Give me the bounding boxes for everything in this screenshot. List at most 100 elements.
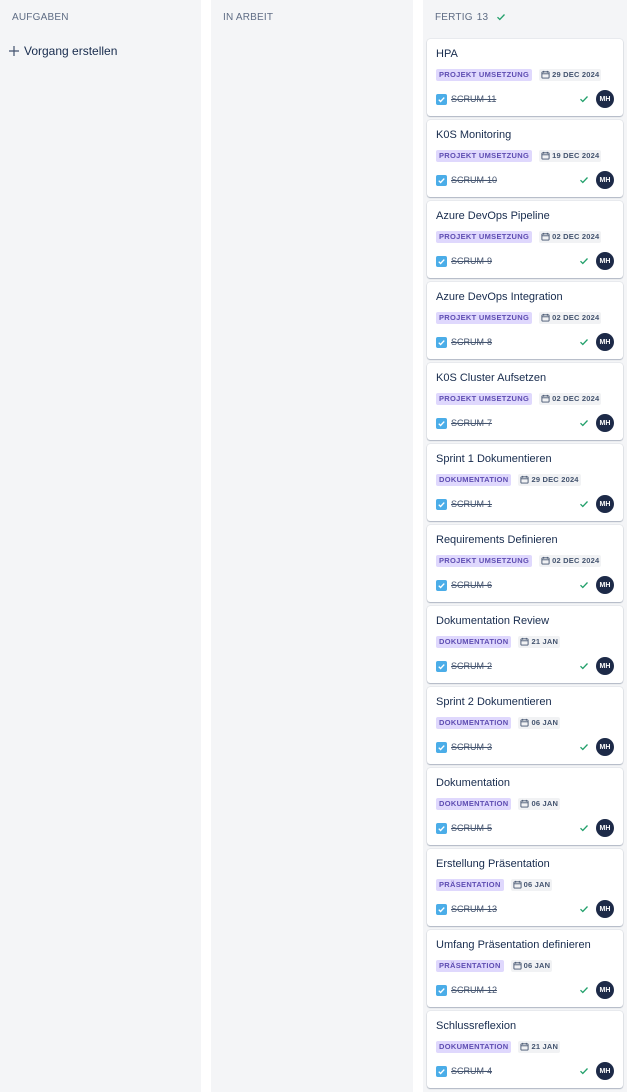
avatar[interactable]: MH — [596, 1062, 614, 1080]
calendar-icon — [541, 232, 550, 241]
issue-card[interactable]: Azure DevOps Integration PROJEKT UMSETZUN… — [427, 282, 623, 359]
check-icon — [579, 823, 589, 833]
due-date-text: 19 DEC 2024 — [552, 150, 600, 160]
issue-card[interactable]: Requirements Definieren PROJEKT UMSETZUNG… — [427, 525, 623, 602]
task-checkbox-icon — [436, 579, 447, 591]
issue-key[interactable]: SCRUM-12 — [451, 985, 497, 995]
check-icon — [579, 1066, 589, 1076]
issue-key[interactable]: SCRUM-10 — [451, 175, 497, 185]
avatar[interactable]: MH — [596, 819, 614, 837]
card-title: Dokumentation Review — [436, 615, 550, 627]
card-list: HPA PROJEKT UMSETZUNG 29 DEC 2024 SCRUM-11 M… — [427, 39, 623, 1092]
task-checkbox-icon — [436, 741, 447, 753]
check-icon — [579, 580, 589, 590]
avatar[interactable]: MH — [596, 900, 614, 918]
task-checkbox-icon — [436, 498, 447, 510]
card-label: DOKUMENTATION — [436, 1040, 512, 1053]
issue-key[interactable]: SCRUM-11 — [451, 94, 496, 104]
calendar-icon — [541, 313, 550, 322]
avatar[interactable]: MH — [596, 90, 614, 108]
issue-card[interactable]: Dokumentation Review DOKUMENTATION 21 JAN S… — [427, 606, 623, 683]
issue-key[interactable]: SCRUM-4 — [451, 1066, 492, 1076]
due-date-text: 02 DEC 2024 — [552, 312, 600, 322]
due-date-text: 06 JAN — [531, 798, 559, 808]
due-date: 02 DEC 2024 — [539, 230, 602, 243]
check-icon — [496, 12, 506, 22]
card-label: DOKUMENTATION — [436, 635, 512, 648]
avatar[interactable]: MH — [596, 495, 614, 513]
avatar[interactable]: MH — [596, 738, 614, 756]
calendar-icon — [541, 556, 550, 565]
column-count: 13 — [476, 11, 489, 23]
issue-card[interactable]: Azure DevOps Pipeline PROJEKT UMSETZUNG 02… — [427, 201, 623, 278]
column-aufgaben: AUFGABEN Vorgang erstellen — [0, 0, 201, 1092]
due-date: 19 DEC 2024 — [539, 149, 602, 162]
avatar[interactable]: MH — [596, 576, 614, 594]
card-label: PROJEKT UMSETZUNG — [436, 554, 533, 567]
check-icon — [579, 94, 589, 104]
issue-card[interactable]: Erstellung Präsentation PRÄSENTATION 06 JA… — [427, 849, 623, 926]
issue-key[interactable]: SCRUM-9 — [451, 256, 492, 266]
issue-key[interactable]: SCRUM-1 — [451, 499, 492, 509]
due-date-text: 21 JAN — [531, 1041, 559, 1051]
check-icon — [579, 661, 589, 671]
avatar[interactable]: MH — [596, 171, 614, 189]
due-date: 06 JAN — [518, 716, 561, 729]
calendar-icon — [520, 718, 530, 727]
issue-key[interactable]: SCRUM-8 — [451, 337, 492, 347]
check-icon — [579, 337, 589, 347]
issue-card[interactable]: Sprint 1 Dokumentieren DOKUMENTATION 29 DE… — [427, 444, 623, 521]
due-date: 29 DEC 2024 — [539, 68, 602, 81]
card-label: PROJEKT UMSETZUNG — [436, 230, 533, 243]
task-checkbox-icon — [436, 1065, 447, 1077]
column-header: IN ARBEIT — [211, 0, 413, 34]
column-in-arbeit: IN ARBEIT — [211, 0, 413, 1092]
task-checkbox-icon — [436, 417, 447, 429]
card-label: PRÄSENTATION — [436, 878, 504, 891]
card-title: HPA — [436, 48, 458, 60]
check-icon — [579, 175, 589, 185]
issue-card[interactable]: HPA PROJEKT UMSETZUNG 29 DEC 2024 SCRUM-11 M… — [427, 39, 623, 116]
issue-card[interactable]: K0S Monitoring PROJEKT UMSETZUNG 19 DEC 20… — [427, 120, 623, 197]
plus-icon — [8, 45, 20, 57]
issue-card[interactable]: Umfang Präsentation definieren PRÄSENTATI… — [427, 930, 623, 1007]
issue-card[interactable]: Sprint 2 Dokumentieren DOKUMENTATION 06 JA… — [427, 687, 623, 764]
avatar[interactable]: MH — [596, 981, 614, 999]
task-checkbox-icon — [436, 903, 447, 915]
due-date-text: 02 DEC 2024 — [552, 555, 600, 565]
card-label: DOKUMENTATION — [436, 797, 512, 810]
card-title: Dokumentation — [436, 777, 510, 789]
column-title: AUFGABEN — [12, 11, 69, 23]
card-label: PROJEKT UMSETZUNG — [436, 68, 533, 81]
column-title: FERTIG — [435, 11, 473, 23]
calendar-icon — [520, 1042, 530, 1051]
card-label: DOKUMENTATION — [436, 716, 512, 729]
due-date: 29 DEC 2024 — [518, 473, 581, 486]
issue-key[interactable]: SCRUM-5 — [451, 823, 492, 833]
issue-key[interactable]: SCRUM-3 — [451, 742, 492, 752]
create-issue-button[interactable]: Vorgang erstellen — [8, 44, 117, 58]
card-label: PROJEKT UMSETZUNG — [436, 311, 533, 324]
avatar[interactable]: MH — [596, 657, 614, 675]
issue-card[interactable]: Dokumentation DOKUMENTATION 06 JAN SCRUM-5 M… — [427, 768, 623, 845]
avatar[interactable]: MH — [596, 414, 614, 432]
issue-key[interactable]: SCRUM-7 — [451, 418, 492, 428]
issue-card[interactable]: K0S Cluster Aufsetzen PROJEKT UMSETZUNG 02… — [427, 363, 623, 440]
card-title: K0S Cluster Aufsetzen — [436, 372, 547, 384]
issue-key[interactable]: SCRUM-2 — [451, 661, 492, 671]
issue-key[interactable]: SCRUM-6 — [451, 580, 492, 590]
issue-card[interactable]: Schlussreflexion DOKUMENTATION 21 JAN SCRUM… — [427, 1011, 623, 1088]
card-title: Erstellung Präsentation — [436, 858, 550, 870]
task-checkbox-icon — [436, 174, 447, 186]
avatar[interactable]: MH — [596, 252, 614, 270]
card-title: Sprint 1 Dokumentieren — [436, 453, 552, 465]
issue-key[interactable]: SCRUM-13 — [451, 904, 497, 914]
card-title: Azure DevOps Pipeline — [436, 210, 550, 222]
calendar-icon — [520, 799, 530, 808]
calendar-icon — [513, 880, 522, 889]
calendar-icon — [513, 961, 522, 970]
due-date-text: 29 DEC 2024 — [531, 474, 579, 484]
check-icon — [579, 256, 589, 266]
avatar[interactable]: MH — [596, 333, 614, 351]
due-date-text: 06 JAN — [523, 960, 551, 970]
